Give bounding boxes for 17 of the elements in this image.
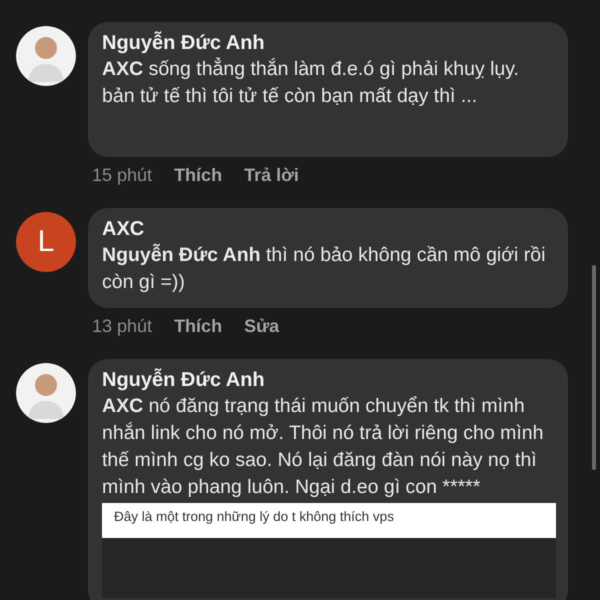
screenshot-caption: Đây là một trong những lý do t không thích vps: [102, 503, 556, 538]
comment-action-link[interactable]: Thích: [174, 165, 222, 186]
avatar-icon[interactable]: [16, 26, 76, 86]
comment-text: Nguyễn Đức Anh thì nó bảo không cần mô giới rồi còn gì =)): [102, 242, 546, 295]
timestamp: 15 phút: [92, 165, 152, 186]
author-name[interactable]: Nguyễn Đức Anh: [102, 367, 556, 393]
comment-text: AXC nó đăng trạng thái muốn chuyển tk thì mình nhắn link cho nó mở. Thôi nó trả lời riêng cho mình thế mình cg ko sao. Nó lại đăng đàn nói này nọ thì mình vào phang luôn. Ngại d.eo gì con *****: [102, 394, 544, 500]
avatar-icon[interactable]: [16, 363, 76, 423]
comment-text: AXC sống thẳng thắn làm đ.e.ó gì phải khuỵ lụy. bản tử tế thì tôi tử tế còn bạn mất dạy thì ...: [102, 56, 520, 109]
comment-action-link[interactable]: Thích: [174, 316, 222, 337]
author-name[interactable]: AXC: [102, 216, 556, 242]
author-name[interactable]: Nguyễn Đức Anh: [102, 30, 556, 56]
comment-action-link[interactable]: Sửa: [244, 316, 280, 337]
avatar-icon[interactable]: L: [16, 212, 76, 272]
scrollbar[interactable]: [592, 265, 596, 470]
timestamp: 13 phút: [92, 316, 152, 337]
comment-action-link[interactable]: Trả lời: [244, 165, 299, 186]
